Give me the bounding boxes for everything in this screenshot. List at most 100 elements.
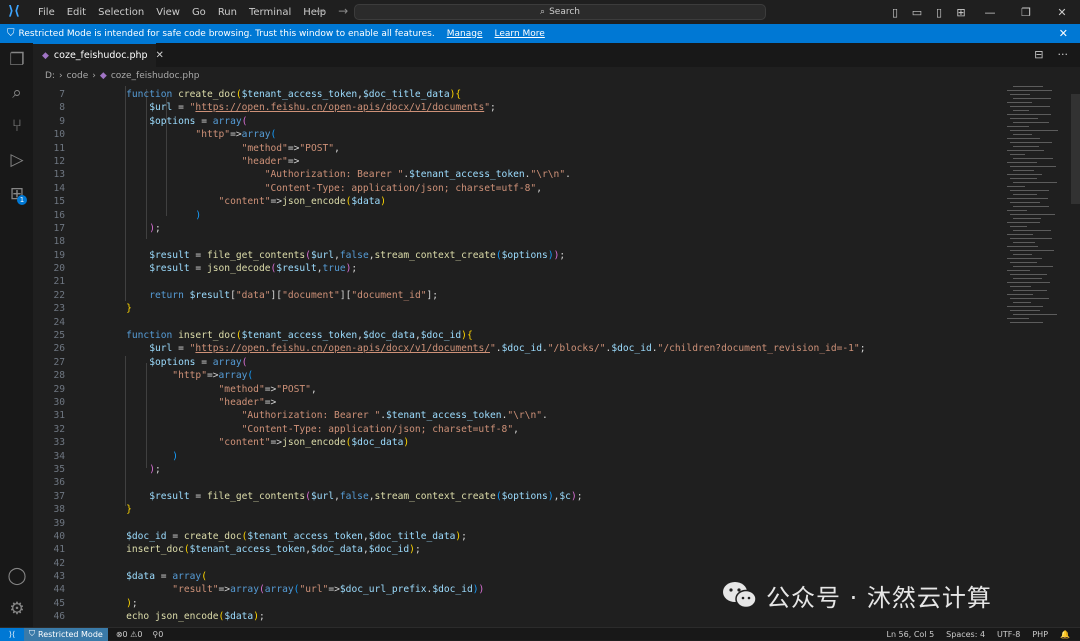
code-line[interactable]: [103, 316, 866, 329]
menu-edit[interactable]: Edit: [61, 7, 92, 18]
code-token: =>: [218, 584, 231, 596]
restricted-mode-indicator[interactable]: ⛉ Restricted Mode: [24, 627, 108, 641]
code-token: ;: [461, 530, 467, 542]
manage-link[interactable]: Manage: [447, 29, 483, 39]
code-line[interactable]: insert_doc($tenant_access_token,$doc_dat…: [103, 543, 866, 556]
code-line[interactable]: );: [103, 222, 866, 235]
menu-file[interactable]: File: [32, 7, 61, 18]
ports-indicator[interactable]: ⚲0: [152, 630, 163, 639]
code-line[interactable]: [103, 275, 866, 288]
split-editor-icon[interactable]: ⊟: [1034, 48, 1043, 61]
minimap-line: [1007, 222, 1040, 224]
line-number: 16: [53, 209, 65, 221]
code-line[interactable]: "content"=>json_encode($doc_data): [103, 436, 866, 449]
code-line[interactable]: "header"=>: [103, 155, 866, 168]
menu-view[interactable]: View: [150, 7, 186, 18]
menu-terminal[interactable]: Terminal: [243, 7, 297, 18]
code-token: json_encode: [282, 437, 346, 449]
explorer-icon[interactable]: ❐: [6, 49, 28, 71]
minimap-line: [1010, 250, 1054, 252]
code-line[interactable]: "Authorization: Bearer ". $tenant_access_…: [103, 168, 866, 181]
command-search-box[interactable]: ⌕ Search: [354, 4, 766, 20]
code-line[interactable]: $options = array(: [103, 356, 866, 369]
code-line[interactable]: "content"=>json_encode($data): [103, 195, 866, 208]
customize-layout-icon[interactable]: ⊞: [950, 6, 972, 19]
code-line[interactable]: "http"=>array(: [103, 128, 866, 141]
menu-run[interactable]: Run: [212, 7, 243, 18]
code-line[interactable]: function create_doc($tenant_access_token…: [103, 88, 866, 101]
code-editor[interactable]: 7 8 9 10 11 12 13 14 15 16 17 18 19 20 21 22 23 24 25 26 27 2…: [33, 84, 1080, 627]
search-view-icon[interactable]: ⌕: [6, 82, 28, 104]
menu-selection[interactable]: Selection: [92, 7, 150, 18]
tab-close-icon[interactable]: ✕: [156, 50, 164, 61]
code-line[interactable]: $result = file_get_contents($url,false,s…: [103, 249, 866, 262]
tab-filename: coze_feishudoc.php: [53, 50, 148, 61]
code-line[interactable]: ): [103, 209, 866, 222]
code-line[interactable]: }: [103, 503, 866, 516]
account-icon[interactable]: ◯: [6, 565, 28, 587]
code-line[interactable]: return $result["data"]["document"]["docu…: [103, 289, 866, 302]
breadcrumb-drive[interactable]: D:: [45, 71, 55, 81]
code-token: ;: [258, 611, 265, 623]
code-line[interactable]: }: [103, 302, 866, 315]
cursor-position[interactable]: Ln 56, Col 5: [886, 630, 934, 639]
code-line[interactable]: "Authorization: Bearer ". $tenant_access_…: [103, 409, 866, 422]
code-line[interactable]: [103, 557, 866, 570]
minimap-line: [1007, 246, 1038, 248]
code-line[interactable]: "header"=>: [103, 396, 866, 409]
back-arrow-icon[interactable]: ←: [316, 4, 326, 18]
notifications-icon[interactable]: 🔔: [1060, 630, 1070, 639]
line-number: 24: [53, 316, 65, 328]
code-line[interactable]: $result = file_get_contents($url,false,s…: [103, 490, 866, 503]
minimap-line: [1010, 190, 1049, 192]
forward-arrow-icon[interactable]: →: [338, 4, 348, 18]
menu-go[interactable]: Go: [186, 7, 212, 18]
code-line[interactable]: "method"=>"POST",: [103, 142, 866, 155]
problems-indicator[interactable]: ⊗0 ⚠0: [116, 630, 143, 639]
code-line[interactable]: ): [103, 450, 866, 463]
code-token: =>: [287, 155, 300, 167]
code-line[interactable]: "Content-Type: application/json; charset…: [103, 182, 866, 195]
maximize-icon[interactable]: ❐: [1008, 6, 1044, 19]
code-line[interactable]: "Content-Type: application/json; charset…: [103, 423, 866, 436]
minimap[interactable]: [1007, 84, 1069, 334]
code-token: ): [380, 196, 387, 208]
banner-close-icon[interactable]: ✕: [1059, 27, 1068, 40]
more-actions-icon[interactable]: ···: [1058, 48, 1069, 61]
minimize-icon[interactable]: —: [972, 6, 1008, 19]
scrollbar[interactable]: [1071, 94, 1080, 204]
code-line[interactable]: $doc_id = create_doc($tenant_access_toke…: [103, 530, 866, 543]
code-line[interactable]: "http"=>array(: [103, 369, 866, 382]
code-line[interactable]: $options = array(: [103, 115, 866, 128]
code-line[interactable]: [103, 476, 866, 489]
minimap-line: [1010, 298, 1049, 300]
close-window-icon[interactable]: ✕: [1044, 6, 1080, 19]
code-line[interactable]: $result = json_decode($result,true);: [103, 262, 866, 275]
code-line[interactable]: );: [103, 463, 866, 476]
code-line[interactable]: [103, 517, 866, 530]
encoding[interactable]: UTF-8: [997, 630, 1020, 639]
code-token: (: [270, 129, 277, 141]
code-line[interactable]: function insert_doc($tenant_access_token…: [103, 329, 866, 342]
code-content[interactable]: function create_doc ($tenant_access_token…: [103, 88, 866, 624]
toggle-secondary-sidebar-icon[interactable]: ▯: [928, 6, 950, 19]
code-line[interactable]: $url = "https://open.feishu.cn/open-apis…: [103, 342, 865, 355]
source-control-icon[interactable]: ⑂: [6, 115, 28, 137]
code-line[interactable]: [103, 235, 866, 248]
code-line[interactable]: $url = "https://open.feishu.cn/open-apis…: [103, 101, 866, 114]
code-token: true: [322, 263, 346, 275]
run-debug-icon[interactable]: ▷: [6, 149, 28, 171]
breadcrumb-folder[interactable]: code: [67, 71, 89, 81]
learn-more-link[interactable]: Learn More: [495, 29, 545, 39]
code-token: "\r\n": [530, 169, 566, 181]
remote-indicator-icon[interactable]: ⟩⟨: [0, 628, 24, 641]
tab-coze-feishudoc[interactable]: ◆ coze_feishudoc.php ✕: [33, 43, 164, 67]
language-mode[interactable]: PHP: [1032, 630, 1048, 639]
manage-gear-icon[interactable]: ⚙: [6, 598, 28, 620]
code-line[interactable]: "method"=>"POST",: [103, 383, 866, 396]
code-token: "document": [282, 289, 340, 301]
indentation[interactable]: Spaces: 4: [946, 630, 985, 639]
toggle-panel-icon[interactable]: ▭: [906, 6, 928, 19]
breadcrumb-file[interactable]: coze_feishudoc.php: [111, 71, 200, 81]
toggle-sidebar-icon[interactable]: ▯: [884, 6, 906, 19]
